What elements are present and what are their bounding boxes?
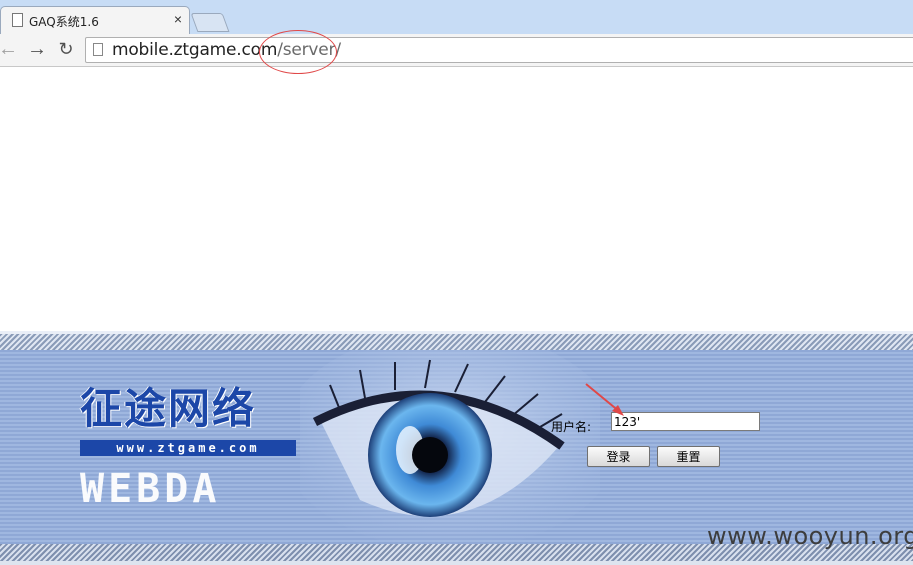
page-icon	[12, 13, 23, 27]
url-text[interactable]: mobile.ztgame.com/server/	[112, 40, 341, 60]
close-tab-icon[interactable]: ×	[174, 11, 182, 27]
company-logo-text: 征途网络	[80, 384, 257, 433]
forward-arrow-icon[interactable]: →	[26, 38, 48, 60]
eye-image	[300, 350, 600, 546]
reload-icon[interactable]: ↻	[55, 38, 77, 60]
product-logo: WEBDA	[80, 466, 221, 512]
tab-title: GAQ系统1.6	[29, 15, 99, 29]
url-host: mobile.ztgame.com	[112, 40, 278, 60]
url-path: /server/	[277, 40, 341, 60]
browser-tab[interactable]: GAQ系统1.6 ×	[0, 6, 190, 34]
login-button[interactable]: 登录	[587, 446, 650, 467]
tab-strip: GAQ系统1.6 ×	[0, 0, 913, 34]
reset-button[interactable]: 重置	[657, 446, 720, 467]
new-tab-button[interactable]	[190, 13, 230, 32]
company-logo-url: www.ztgame.com	[80, 440, 296, 456]
address-bar[interactable]: mobile.ztgame.com/server/	[85, 37, 913, 63]
browser-toolbar: ← → ↻ mobile.ztgame.com/server/	[0, 34, 913, 67]
username-label: 用户名:	[551, 420, 592, 434]
watermark: www.wooyun.org	[707, 522, 913, 550]
page-icon	[93, 43, 103, 56]
back-arrow-icon[interactable]: ←	[0, 38, 19, 60]
username-input[interactable]	[611, 412, 760, 431]
